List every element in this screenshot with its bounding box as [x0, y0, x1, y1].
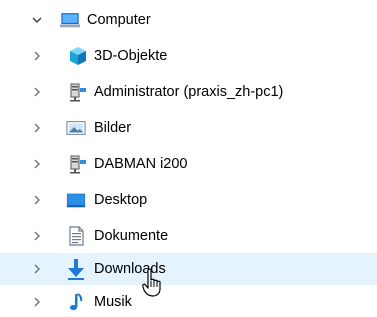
tree-item-label: Musik: [94, 294, 132, 310]
navigation-tree: Computer 3D-Objekte Administrator (praxi…: [0, 0, 377, 313]
hand-cursor-icon: [142, 268, 164, 298]
chevron-right-icon[interactable]: [30, 229, 44, 243]
tree-item-dokumente[interactable]: Dokumente: [0, 221, 377, 251]
pictures-icon: [66, 118, 86, 138]
tree-item-dabman[interactable]: DABMAN i200: [0, 149, 377, 179]
chevron-right-icon[interactable]: [30, 262, 44, 276]
tree-item-administrator[interactable]: Administrator (praxis_zh-pc1): [0, 77, 377, 107]
chevron-right-icon[interactable]: [30, 49, 44, 63]
tree-item-label: Dokumente: [94, 228, 169, 244]
chevron-right-icon[interactable]: [30, 193, 44, 207]
3d-objects-icon: [68, 46, 88, 66]
network-drive-icon: [68, 82, 88, 102]
documents-icon: [66, 226, 86, 246]
chevron-right-icon[interactable]: [30, 121, 44, 135]
tree-item-label: DABMAN i200: [94, 156, 188, 172]
tree-item-label: Computer: [87, 12, 151, 28]
tree-item-label: Desktop: [94, 192, 148, 208]
network-drive-icon: [68, 154, 88, 174]
tree-item-computer[interactable]: Computer: [0, 5, 377, 35]
tree-item-label: 3D-Objekte: [94, 48, 168, 64]
tree-item-label: Bilder: [94, 120, 132, 136]
tree-item-3d-objects[interactable]: 3D-Objekte: [0, 41, 377, 71]
tree-item-downloads[interactable]: Downloads: [0, 253, 377, 285]
chevron-right-icon[interactable]: [30, 157, 44, 171]
music-icon: [66, 292, 86, 312]
computer-icon: [60, 10, 80, 30]
tree-item-desktop[interactable]: Desktop: [0, 185, 377, 215]
desktop-icon: [66, 190, 86, 210]
tree-item-bilder[interactable]: Bilder: [0, 113, 377, 143]
chevron-right-icon[interactable]: [30, 85, 44, 99]
chevron-right-icon[interactable]: [30, 295, 44, 309]
downloads-icon: [66, 259, 86, 280]
tree-item-label: Administrator (praxis_zh-pc1): [94, 84, 284, 100]
chevron-down-icon[interactable]: [30, 13, 44, 27]
